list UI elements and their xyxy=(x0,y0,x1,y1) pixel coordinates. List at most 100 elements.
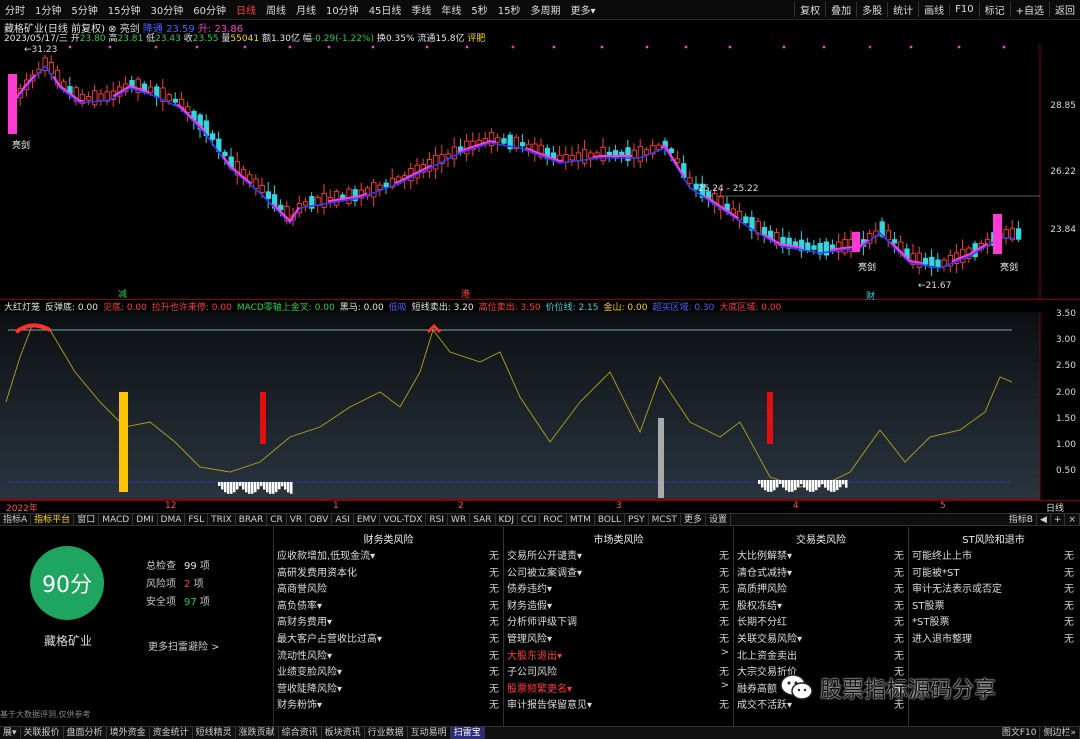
status-tab[interactable]: 盘面分析 xyxy=(64,727,107,739)
indicator-tab[interactable]: VR xyxy=(287,513,307,526)
risk-item-row[interactable]: 审计报告保留意见▾ 无 xyxy=(507,696,729,712)
risk-item-row[interactable]: 大比例解禁▾ 无 xyxy=(737,547,904,563)
candlestick-chart[interactable] xyxy=(0,44,1080,300)
status-right-button[interactable]: 侧边栏» xyxy=(1040,727,1080,739)
risk-item-row[interactable]: 高质押风险 无 xyxy=(737,580,904,596)
risk-item-row[interactable]: 可能终止上市 无 xyxy=(912,547,1074,563)
period-tab[interactable]: 月线 xyxy=(291,2,321,17)
toolbar-action-button[interactable]: F10 xyxy=(949,4,978,15)
indicator-tab[interactable]: VOL-TDX xyxy=(380,513,427,526)
period-tab[interactable]: 多周期 xyxy=(526,2,566,17)
risk-item-row[interactable]: 高研发费用资本化 无 xyxy=(277,564,499,580)
toolbar-action-button[interactable]: 统计 xyxy=(887,2,918,17)
indicator-tab[interactable]: MCST xyxy=(649,513,681,526)
risk-item-row[interactable]: 分析师评级下调 无 xyxy=(507,613,729,629)
indicator-tab[interactable]: RSI xyxy=(426,513,449,526)
period-tab[interactable]: 15分钟 xyxy=(103,2,146,17)
period-tab[interactable]: 更多▾ xyxy=(566,2,601,17)
status-tab[interactable]: 综合资讯 xyxy=(279,727,322,739)
risk-item-row[interactable]: 审计无法表示或否定 无 xyxy=(912,580,1074,596)
indicator-tab[interactable]: DMI xyxy=(133,513,158,526)
period-tab[interactable]: 5分钟 xyxy=(66,2,102,17)
indicator-tab[interactable]: EMV xyxy=(354,513,381,526)
period-tab[interactable]: 5秒 xyxy=(466,2,492,17)
status-tab[interactable]: 关联报价 xyxy=(21,727,64,739)
risk-item-row[interactable]: 高负债率▾ 无 xyxy=(277,597,499,613)
status-tab[interactable]: 互动易明 xyxy=(408,727,451,739)
risk-item-row[interactable]: 股票频繁更名▾ > xyxy=(507,680,729,696)
risk-item-row[interactable]: 股权冻结▾ 无 xyxy=(737,597,904,613)
tab-control-button[interactable]: ◀ xyxy=(1037,513,1051,526)
status-tab[interactable]: 展▾ xyxy=(0,727,21,739)
period-tab[interactable]: 60分钟 xyxy=(188,2,231,17)
risk-item-row[interactable]: 交易所公开谴责▾ 无 xyxy=(507,547,729,563)
risk-item-row[interactable]: 关联交易风险▾ 无 xyxy=(737,630,904,646)
period-tab[interactable]: 日线 xyxy=(231,2,261,17)
risk-item-row[interactable]: 可能被*ST 无 xyxy=(912,564,1074,580)
status-tab[interactable]: 板块资讯 xyxy=(322,727,365,739)
risk-item-row[interactable]: 清仓式减持▾ 无 xyxy=(737,564,904,580)
indicator-tab[interactable]: CCI xyxy=(518,513,541,526)
indicator-tab[interactable]: 窗口 xyxy=(74,513,100,526)
indicator-tab[interactable]: BRAR xyxy=(236,513,268,526)
risk-item-row[interactable]: 子公司风险 无 xyxy=(507,663,729,679)
risk-item-row[interactable]: 财务粉饰▾ 无 xyxy=(277,696,499,712)
risk-item-row[interactable]: 财务造假▾ 无 xyxy=(507,597,729,613)
risk-item-row[interactable]: ST股票 无 xyxy=(912,597,1074,613)
indicator-tab[interactable]: PSY xyxy=(625,513,649,526)
indicator-tab[interactable]: OBV xyxy=(306,513,333,526)
risk-item-row[interactable]: 北上资金卖出 无 xyxy=(737,647,904,663)
risk-item-row[interactable]: 大股东退出▾ > xyxy=(507,647,729,663)
indicator-tab[interactable]: MACD xyxy=(99,513,134,526)
risk-item-row[interactable]: 公司被立案调查▾ 无 xyxy=(507,564,729,580)
period-tab[interactable]: 45日线 xyxy=(364,2,407,17)
period-tab[interactable]: 15秒 xyxy=(493,2,526,17)
more-scan-link[interactable]: 更多扫雷避险 > xyxy=(148,638,220,653)
tab-control-button[interactable]: × xyxy=(1065,513,1080,526)
indicator-tab[interactable]: DMA xyxy=(158,513,186,526)
indicator-tab[interactable]: WR xyxy=(448,513,471,526)
risk-item-row[interactable]: 高财务费用▾ 无 xyxy=(277,613,499,629)
status-right-button[interactable]: 图文F10 xyxy=(999,727,1041,739)
toolbar-action-button[interactable]: +自选 xyxy=(1009,2,1049,17)
status-tab[interactable]: 短线精灵 xyxy=(193,727,236,739)
risk-item-row[interactable]: 应收款增加,低现金流▾ 无 xyxy=(277,547,499,563)
period-tab[interactable]: 1分钟 xyxy=(30,2,66,17)
period-tab[interactable]: 10分钟 xyxy=(321,2,364,17)
indicator-tab[interactable]: BOLL xyxy=(595,513,626,526)
toolbar-action-button[interactable]: 复权 xyxy=(794,2,825,17)
risk-item-row[interactable]: 营收陡降风险▾ 无 xyxy=(277,680,499,696)
status-tab[interactable]: 境外资金 xyxy=(107,727,150,739)
risk-item-row[interactable]: *ST股票 无 xyxy=(912,613,1074,629)
toolbar-action-button[interactable]: 叠加 xyxy=(825,2,856,17)
risk-item-row[interactable]: 高商誉风险 无 xyxy=(277,580,499,596)
indicator-tab[interactable]: SAR xyxy=(470,513,496,526)
period-tab[interactable]: 年线 xyxy=(436,2,466,17)
indicator-tab[interactable]: KDJ xyxy=(496,513,518,526)
status-tab[interactable]: 扫雷宝 xyxy=(450,727,485,739)
risk-item-row[interactable]: 业绩变脸风险▾ 无 xyxy=(277,663,499,679)
period-tab[interactable]: 季线 xyxy=(406,2,436,17)
risk-item-row[interactable]: 长期不分红 无 xyxy=(737,613,904,629)
indicator-chart[interactable] xyxy=(0,312,1080,500)
period-tab[interactable]: 30分钟 xyxy=(145,2,188,17)
period-tab[interactable]: 分时 xyxy=(0,2,30,17)
risk-item-row[interactable]: 债券违约▾ 无 xyxy=(507,580,729,596)
indicator-tab[interactable]: 设置 xyxy=(706,513,731,526)
status-tab[interactable]: 行业数据 xyxy=(365,727,408,739)
indicator-tab[interactable]: 指标A xyxy=(0,513,32,526)
risk-item-row[interactable]: 管理风险▾ 无 xyxy=(507,630,729,646)
indicator-tab[interactable]: 指标平台 xyxy=(31,513,75,526)
risk-item-row[interactable]: 最大客户占营收比过高▾ 无 xyxy=(277,630,499,646)
status-tab[interactable]: 资金统计 xyxy=(150,727,193,739)
status-tab[interactable]: 涨跌贡献 xyxy=(236,727,279,739)
period-tab[interactable]: 周线 xyxy=(261,2,291,17)
tab-control-button[interactable]: 指标B xyxy=(1006,513,1037,526)
risk-item-row[interactable]: 进入退市整理 无 xyxy=(912,630,1074,646)
indicator-tab[interactable]: 更多 xyxy=(681,513,706,526)
toolbar-action-button[interactable]: 多股 xyxy=(856,2,887,17)
indicator-tab[interactable]: ASI xyxy=(332,513,354,526)
indicator-tab[interactable]: TRIX xyxy=(208,513,236,526)
indicator-tab[interactable]: CR xyxy=(267,513,287,526)
indicator-tab[interactable]: MTM xyxy=(567,513,595,526)
